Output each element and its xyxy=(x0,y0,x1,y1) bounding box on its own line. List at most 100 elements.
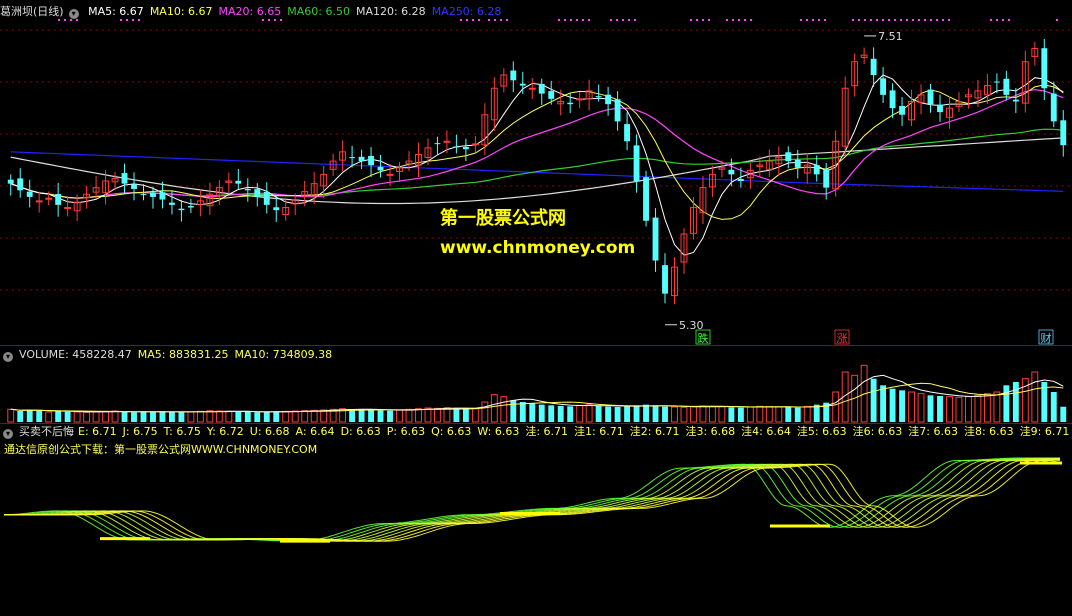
volume-bar xyxy=(946,396,953,423)
volume-bar xyxy=(765,406,773,423)
volume-bar xyxy=(803,405,811,423)
volume-bar xyxy=(1050,392,1057,422)
signal-dot xyxy=(726,19,728,21)
candle-body xyxy=(7,179,14,184)
watermark-url: www.chnmoney.com xyxy=(440,238,636,258)
signal-dot xyxy=(478,19,480,21)
signal-dot xyxy=(126,19,128,21)
candle-body xyxy=(45,197,53,200)
indicator-wave-line xyxy=(4,457,1061,542)
signal-dot xyxy=(894,19,896,21)
indicator-legend-item: 洼: 6.71 xyxy=(525,425,569,438)
signal-dot xyxy=(616,19,618,21)
candle-body xyxy=(548,91,555,99)
signal-dot xyxy=(58,19,60,21)
indicator-legend-item: A: 6.64 xyxy=(295,425,335,438)
volume-bar xyxy=(529,403,536,422)
volume-bar xyxy=(131,412,137,422)
candle-body xyxy=(377,166,384,171)
candle-body xyxy=(358,156,365,162)
volume-bar xyxy=(880,385,887,422)
volume-bar xyxy=(387,410,393,422)
signal-dot xyxy=(702,19,704,21)
signal-dot xyxy=(64,19,66,21)
candle-body xyxy=(643,177,649,221)
signal-dot xyxy=(708,19,710,21)
signal-dot xyxy=(800,19,802,21)
volume-bar xyxy=(746,406,754,423)
candle-body xyxy=(1041,48,1048,89)
volume-legend-item: VOLUME: 458228.47 xyxy=(19,348,132,361)
volume-bar xyxy=(215,410,223,423)
settings-icon[interactable]: ▾ xyxy=(3,429,13,439)
candle-body xyxy=(889,90,896,109)
volume-bar xyxy=(937,396,943,422)
indicator-wave-line xyxy=(4,457,1061,542)
volume-bar xyxy=(443,407,451,423)
volume-bar xyxy=(917,393,925,423)
volume-bar xyxy=(1003,385,1010,422)
volume-bar xyxy=(490,394,498,423)
volume-bar xyxy=(519,402,526,422)
volume-bar xyxy=(377,410,384,422)
volume-bar xyxy=(718,406,726,423)
signal-dot xyxy=(506,19,508,21)
signal-dot xyxy=(634,19,636,21)
volume-bar xyxy=(576,404,584,423)
indicator-legend-item: 洼7: 6.63 xyxy=(908,425,958,438)
signal-dot xyxy=(1008,19,1010,21)
volume-bar xyxy=(102,410,110,423)
volume-bar xyxy=(168,412,175,422)
candle-body xyxy=(443,140,451,143)
volume-bar xyxy=(567,406,574,422)
candle-body xyxy=(510,70,517,81)
candle-body xyxy=(1003,78,1010,95)
signal-dot xyxy=(564,19,566,21)
volume-bar xyxy=(908,391,915,423)
candle-body xyxy=(652,217,659,261)
candle-body xyxy=(462,146,469,150)
candle-body xyxy=(263,191,270,205)
settings-icon[interactable]: ▾ xyxy=(68,9,79,19)
candle-body xyxy=(937,104,943,113)
volume-bar xyxy=(899,390,906,422)
candlestick-chart: 7.515.30跌涨财 xyxy=(0,19,1072,345)
signal-dot xyxy=(996,19,998,21)
indicator-legend-item: W: 6.63 xyxy=(477,425,520,438)
candle-body xyxy=(349,157,356,159)
candle-body xyxy=(528,87,536,90)
volume-bar xyxy=(150,411,156,422)
volume-legend-item: MA5: 883831.25 xyxy=(137,348,229,361)
candle-body xyxy=(576,98,584,101)
signal-dot xyxy=(696,19,698,21)
signal-dot xyxy=(936,19,938,21)
volume-bar xyxy=(794,407,801,422)
indicator-legend-item: Y: 6.72 xyxy=(206,425,244,438)
volume-bar xyxy=(273,411,280,422)
volume-bar xyxy=(690,406,697,423)
signal-dot xyxy=(460,19,462,21)
volume-bar xyxy=(652,406,659,422)
signal-dot xyxy=(1056,19,1058,21)
signal-dot xyxy=(876,19,878,21)
indicator-legend-item: 洼4: 6.64 xyxy=(741,425,791,438)
signal-dot xyxy=(918,19,920,21)
indicator-legend-item: Q: 6.63 xyxy=(431,425,472,438)
candle-body xyxy=(880,78,887,95)
volume-bar xyxy=(235,411,242,422)
candle-body xyxy=(368,155,375,166)
indicator-legend-item: 洼8: 6.63 xyxy=(963,425,1014,438)
settings-icon[interactable]: ▾ xyxy=(3,352,13,362)
signal-dot xyxy=(818,19,820,21)
signal-dot xyxy=(622,19,624,21)
candle-body xyxy=(1012,99,1019,102)
volume-bar xyxy=(1012,382,1019,422)
indicator-header: ▾ 买卖不后悔 E: 6.71 J: 6.75 T: 6.75 Y: 6.72 U: 6.6… xyxy=(0,424,1072,439)
volume-bar xyxy=(225,410,233,423)
candle-body xyxy=(235,180,242,184)
volume-bar xyxy=(254,412,261,422)
indicator-legend-item: 洼9: 6.71 xyxy=(1019,425,1070,438)
volume-bar xyxy=(974,394,982,423)
volume-bar xyxy=(396,409,403,423)
volume-bar xyxy=(17,411,24,422)
